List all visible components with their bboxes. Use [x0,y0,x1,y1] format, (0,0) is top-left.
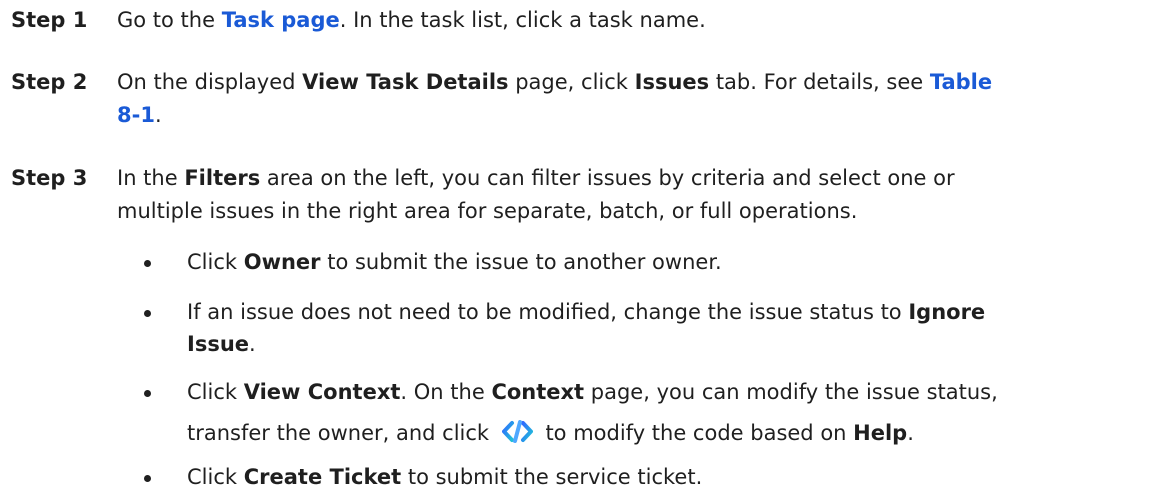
bullet-2-line-1: If an issue does not need to be modified… [187,295,1152,330]
bullet-3-text-5: to modify the code based on [538,421,854,445]
step-2-label: Step 2 [11,70,88,94]
bullet-1-text-1: Click [187,250,244,274]
bullet-4-line: Click Create Ticket to submit the servic… [187,460,1152,495]
bullet-dot [144,260,151,267]
filters-term: Filters [184,166,261,190]
step-3-text-2: area on the left, you can filter issues … [260,166,955,190]
step-2-text-3: tab. For details, see [709,70,930,94]
step-1-label: Step 1 [11,8,88,32]
bullet-dot [144,390,151,397]
context-term: Context [491,380,585,404]
step-2-text-1: On the displayed [117,70,303,94]
bullet-1-line: Click Owner to submit the issue to anoth… [187,245,1152,280]
bullet-1-text-2: to submit the issue to another owner. [320,250,722,274]
step-2-text-4: . [154,103,162,127]
bullet-4-text-1: Click [187,465,244,489]
step-2-text-2: page, click [508,70,635,94]
bullet-text: Click Create Ticket to submit the servic… [187,460,1152,495]
view-context-term: View Context [243,380,401,404]
table-link-part-2[interactable]: 8-1 [117,103,155,127]
step-1-line: Go to the Task page. In the task list, c… [117,4,1152,37]
bullet-3-line-1: Click View Context. On the Context page,… [187,375,1152,410]
step-3-body: In the Filters area on the left, you can… [117,162,1152,228]
step-2-line-2: 8-1. [117,99,1152,132]
bullet-text: If an issue does not need to be modified… [187,295,1152,362]
bullet-3-text-3: page, you can modify the issue status, [584,380,998,404]
step-3-text-1: In the [117,166,185,190]
bullet-3-text-6: . [907,421,914,445]
help-term: Help [853,421,908,445]
code-fix-icon [501,413,533,443]
table-link-part-1[interactable]: Table [930,70,992,94]
owner-term: Owner [243,250,321,274]
bullet-3-line-2: transfer the owner, and click to modify … [187,410,1152,456]
bullet-dot [144,475,151,482]
bullet-text: Click View Context. On the Context page,… [187,375,1152,456]
issues-term: Issues [634,70,710,94]
view-task-details-term: View Task Details [302,70,509,94]
step-2-line-1: On the displayed View Task Details page,… [117,66,1152,99]
step-1-text-before: Go to the [117,8,222,32]
ignore-term: Ignore [908,300,986,324]
bullet-4-text-2: to submit the service ticket. [401,465,703,489]
bullet-2-text-1: If an issue does not need to be modified… [187,300,909,324]
step-1-body: Go to the Task page. In the task list, c… [117,4,1152,37]
issue-term: Issue [187,332,250,356]
bullet-dot [144,310,151,317]
create-ticket-term: Create Ticket [243,465,402,489]
step-3-label: Step 3 [11,166,88,190]
task-page-link[interactable]: Task page [222,8,340,32]
bullet-3-text-1: Click [187,380,244,404]
step-3-line-2: multiple issues in the right area for se… [117,199,858,223]
step-1-text-after: . In the task list, click a task name. [339,8,706,32]
bullet-2-line-2: Issue. [187,327,1152,362]
bullet-text: Click Owner to submit the issue to anoth… [187,245,1152,280]
bullet-3-text-4: transfer the owner, and click [187,421,496,445]
step-3-line-1: In the Filters area on the left, you can… [117,162,1152,195]
bullet-3-text-2: . On the [400,380,492,404]
step-2-body: On the displayed View Task Details page,… [117,66,1152,132]
bullet-2-text-2: . [249,332,256,356]
